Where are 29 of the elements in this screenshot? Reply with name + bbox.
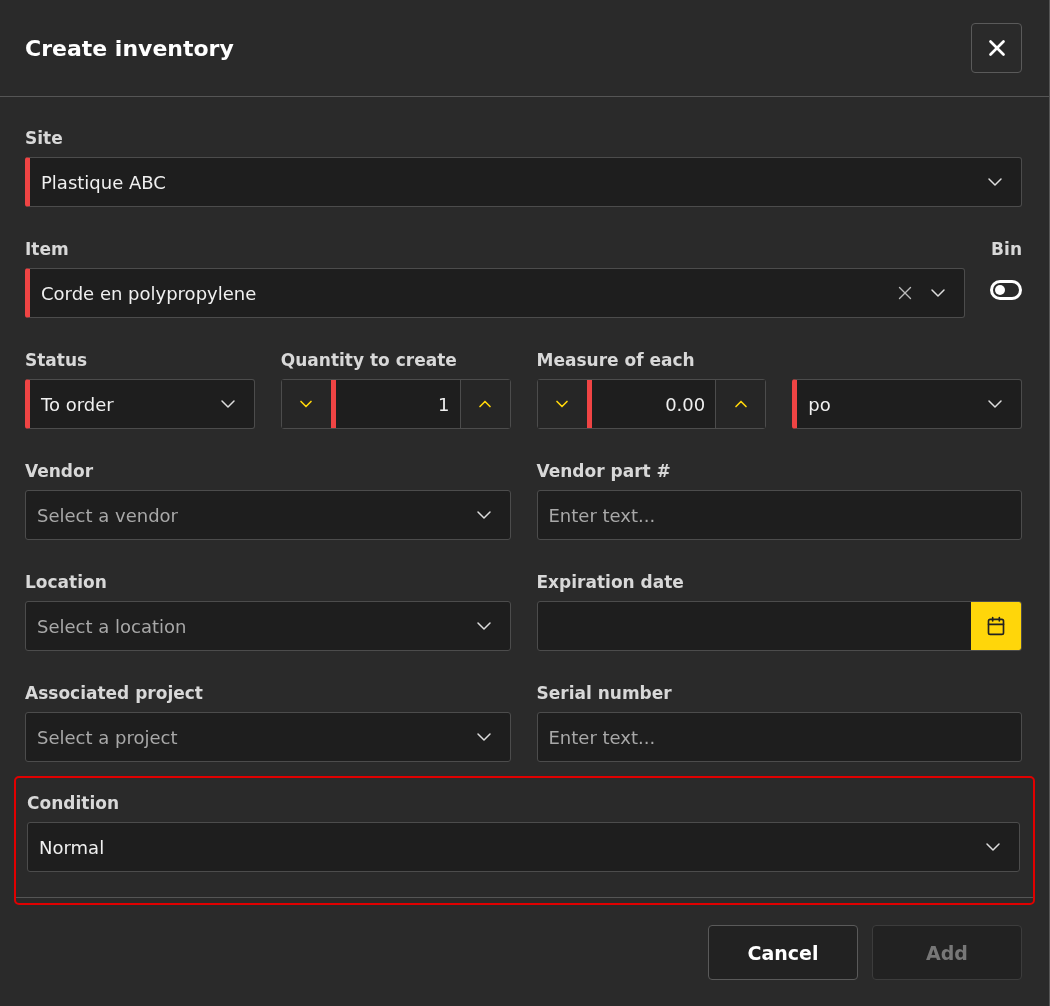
dropdown-field[interactable]: Select a vendor <box>25 490 511 540</box>
field-label: Vendor <box>25 460 95 482</box>
input-field[interactable]: Enter text... <box>536 712 1022 762</box>
field-label: Expiration date <box>536 571 685 593</box>
dialog-button[interactable]: Cancel <box>708 925 858 980</box>
field-label: Item <box>25 238 70 260</box>
dropdown-field[interactable]: po <box>792 379 1022 429</box>
field-label: Associated project <box>25 682 204 704</box>
field-label: Status <box>25 349 89 371</box>
date-field[interactable] <box>536 601 1022 651</box>
field-label: Location <box>25 571 108 593</box>
dropdown-field[interactable]: Corde en polypropylene <box>25 268 965 318</box>
dropdown-field[interactable]: Select a location <box>25 601 511 651</box>
dropdown-field[interactable]: Normal <box>27 822 1020 872</box>
dropdown-field[interactable]: Select a project <box>25 712 511 762</box>
toggle-switch[interactable] <box>990 280 1022 300</box>
field-label: Condition <box>27 792 120 814</box>
dropdown-field[interactable]: To order <box>25 379 255 429</box>
dialog-title: Create inventory <box>25 35 234 61</box>
field-label: Measure of each <box>536 349 696 371</box>
field-label: Site <box>25 127 64 149</box>
field-label: Vendor part # <box>536 460 672 482</box>
input-field[interactable]: Enter text... <box>536 490 1022 540</box>
field-label: Serial number <box>536 682 673 704</box>
dropdown-field[interactable]: Plastique ABC <box>25 157 1022 207</box>
close-button[interactable] <box>971 23 1022 73</box>
field-label: Bin <box>991 238 1022 260</box>
field-label: Quantity to create <box>280 349 458 371</box>
calendar-icon[interactable] <box>971 602 1021 650</box>
